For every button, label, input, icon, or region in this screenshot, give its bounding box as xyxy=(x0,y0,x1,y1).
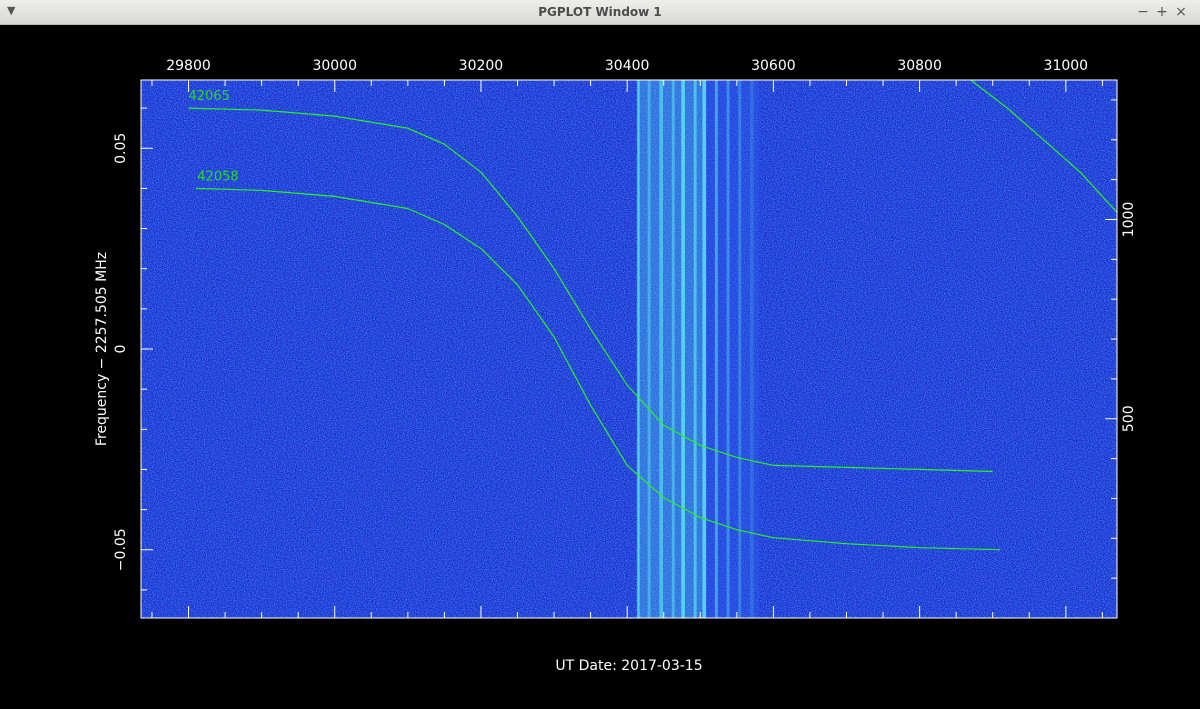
signal-band xyxy=(636,80,759,618)
x-tick-label: 30200 xyxy=(459,58,504,74)
x-tick-label: 30600 xyxy=(751,58,796,74)
x-tick-label: 30800 xyxy=(897,58,942,74)
signal-stripe xyxy=(714,80,718,618)
right-tick-label: 500 xyxy=(1121,405,1137,432)
x-tick-label: 31000 xyxy=(1044,58,1089,74)
signal-stripe xyxy=(749,80,754,618)
window-titlebar: ▼ PGPLOT Window 1 − + × xyxy=(0,0,1200,25)
maximize-button[interactable]: + xyxy=(1153,3,1171,21)
signal-stripe xyxy=(637,80,640,618)
spectrogram-noise xyxy=(141,80,1117,618)
chart-svg: 42065 42058 29800 30000 30200 30400 30600 3080… xyxy=(94,58,1137,674)
minimize-button[interactable]: − xyxy=(1134,3,1152,21)
trace-annotation: 42058 xyxy=(197,169,238,184)
signal-stripe xyxy=(647,80,651,618)
signal-stripe xyxy=(681,80,685,618)
trace-annotation: 42065 xyxy=(189,89,230,104)
signal-stripe xyxy=(738,80,742,618)
close-button[interactable]: × xyxy=(1172,3,1190,21)
plot-area: 42065 42058 xyxy=(140,79,1118,619)
signal-stripe xyxy=(693,80,697,618)
x-tick-label: 29800 xyxy=(166,58,211,74)
y-tick-label: 0 xyxy=(113,345,129,354)
pgplot-canvas: 42065 42058 29800 30000 30200 30400 30600 3080… xyxy=(1,25,1199,705)
y-tick-label: −0.05 xyxy=(113,528,129,571)
right-tick-label: 1000 xyxy=(1121,202,1137,238)
y-axis-label: Frequency − 2257.505 MHz xyxy=(94,252,110,446)
x-tick-label: 30000 xyxy=(312,58,357,74)
signal-stripe xyxy=(702,80,707,618)
signal-stripe xyxy=(659,80,663,618)
y-tick-label: 0.05 xyxy=(113,133,129,164)
signal-stripe xyxy=(726,80,730,618)
x-tick-label: 30400 xyxy=(605,58,650,74)
signal-stripe xyxy=(671,80,675,618)
x-axis-label: UT Date: 2017-03-15 xyxy=(555,658,702,674)
window-title: PGPLOT Window 1 xyxy=(538,5,662,19)
